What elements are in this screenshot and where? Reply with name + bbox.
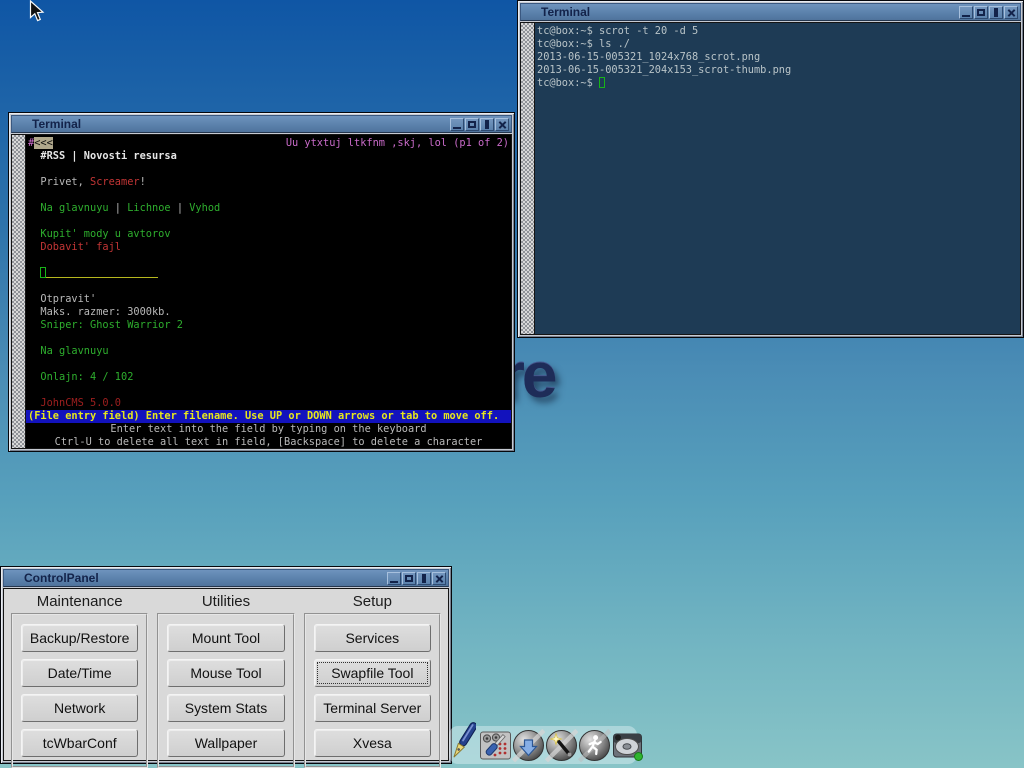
scrollbar-track[interactable] [521, 23, 535, 334]
minimize-icon[interactable] [959, 6, 973, 19]
submit-label[interactable]: Otpravit' [28, 293, 509, 306]
column-header-utilities: Utilities [157, 591, 294, 613]
dock-bar [449, 726, 637, 764]
footer-johncms: JohnCMS 5.0.0 [28, 397, 509, 410]
xvesa-button[interactable]: Xvesa [314, 729, 431, 757]
tcwbarconf-button[interactable]: tcWbarConf [21, 729, 138, 757]
editor-pen-icon[interactable] [452, 719, 476, 763]
backup-restore-button[interactable]: Backup/Restore [21, 624, 138, 652]
control-panel-titlebar[interactable]: ControlPanel [3, 569, 449, 587]
page-info: Uu ytxtuj ltkfnm ,skj, lol (p1 of 2) [286, 137, 509, 150]
desktop-background: re Terminal tc@box:~$ scrot -t 20 -d 5 t… [0, 0, 1024, 768]
nav-link-exit[interactable]: Vyhod [189, 202, 220, 214]
minimize-icon[interactable] [450, 118, 464, 131]
network-button[interactable]: Network [21, 694, 138, 722]
mount-drive-icon[interactable] [611, 729, 644, 762]
shade-icon[interactable] [480, 118, 494, 131]
mouse-cursor [29, 0, 49, 23]
link-game[interactable]: Sniper: Ghost Warrior 2 [28, 319, 509, 332]
file-entry-field[interactable] [28, 267, 509, 280]
close-icon[interactable] [432, 572, 446, 585]
shade-icon[interactable] [989, 6, 1003, 19]
column-header-setup: Setup [304, 591, 441, 613]
field-underline [46, 267, 158, 278]
shell-line: tc@box:~$ ls ./ [537, 38, 1018, 51]
swapfile-tool-button[interactable]: Swapfile Tool [314, 659, 431, 687]
window-title: Terminal [32, 116, 449, 132]
help-line-1: Enter text into the field by typing on t… [28, 423, 509, 436]
control-panel-icon[interactable] [479, 729, 512, 762]
window-title: ControlPanel [24, 570, 386, 586]
date-time-button[interactable]: Date/Time [21, 659, 138, 687]
mount-tool-button[interactable]: Mount Tool [167, 624, 284, 652]
services-button[interactable]: Services [314, 624, 431, 652]
group-utilities: Mount Tool Mouse Tool System Stats Wallp… [157, 613, 294, 768]
username: Screamer [90, 176, 140, 188]
shell-prompt-line: tc@box:~$ [537, 77, 1018, 90]
shell-line: 2013-06-15-005321_1024x768_scrot.png [537, 51, 1018, 64]
maximize-icon[interactable] [465, 118, 479, 131]
wallpaper-button[interactable]: Wallpaper [167, 729, 284, 757]
group-setup: Services Swapfile Tool Terminal Server X… [304, 613, 441, 768]
status-bar: (File entry field) Enter filename. Use U… [26, 410, 511, 423]
apps-download-icon[interactable] [512, 729, 545, 762]
shell-line: tc@box:~$ scrot -t 20 -d 5 [537, 25, 1018, 38]
control-panel-body: Maintenance Utilities Setup Backup/Resto… [3, 588, 449, 761]
run-icon[interactable] [578, 729, 611, 762]
nav-link-personal[interactable]: Lichnoe [127, 202, 170, 214]
close-icon[interactable] [495, 118, 509, 131]
system-stats-button[interactable]: System Stats [167, 694, 284, 722]
page-heading: #RSS | Novosti resursa [28, 150, 509, 163]
back-link[interactable]: <<< [34, 137, 53, 149]
online-counter: Onlajn: 4 / 102 [28, 371, 509, 384]
link-home-bottom[interactable]: Na glavnuyu [28, 345, 509, 358]
nav-link-home[interactable]: Na glavnuyu [40, 202, 108, 214]
wizard-icon[interactable] [545, 729, 578, 762]
column-header-maintenance: Maintenance [11, 591, 148, 613]
terminal-window-right: Terminal tc@box:~$ scrot -t 20 -d 5 tc@b… [517, 0, 1024, 338]
shade-icon[interactable] [417, 572, 431, 585]
link-buy-mods[interactable]: Kupit' mody u avtorov [28, 228, 509, 241]
terminal-server-button[interactable]: Terminal Server [314, 694, 431, 722]
terminal-cursor [599, 77, 605, 88]
maximize-icon[interactable] [402, 572, 416, 585]
help-line-2: Ctrl-U to delete all text in field, [Bac… [28, 436, 509, 448]
window-title: Terminal [541, 4, 958, 20]
terminal-left-titlebar[interactable]: Terminal [11, 115, 512, 133]
control-panel-window: ControlPanel Maintenance Utilities Setup… [0, 566, 452, 764]
link-add-file[interactable]: Dobavit' fajl [28, 241, 509, 254]
greeting-line: Privet, Screamer! [28, 176, 509, 189]
group-maintenance: Backup/Restore Date/Time Network tcWbarC… [11, 613, 148, 768]
terminal-window-left: Terminal #<<<Uu ytxtuj ltkfnm ,skj, lol … [8, 112, 515, 452]
terminal-right-titlebar[interactable]: Terminal [520, 3, 1021, 21]
terminal-right-content: tc@box:~$ scrot -t 20 -d 5 tc@box:~$ ls … [535, 23, 1020, 334]
scrollbar-track[interactable] [12, 135, 26, 448]
browser-topbar: #<<<Uu ytxtuj ltkfnm ,skj, lol (p1 of 2) [28, 137, 509, 150]
shell-line: 2013-06-15-005321_204x153_scrot-thumb.pn… [537, 64, 1018, 77]
maximize-icon[interactable] [974, 6, 988, 19]
close-icon[interactable] [1004, 6, 1018, 19]
max-size-label: Maks. razmer: 3000kb. [28, 306, 509, 319]
mouse-tool-button[interactable]: Mouse Tool [167, 659, 284, 687]
nav-links-line: Na glavnuyu | Lichnoe | Vyhod [28, 202, 509, 215]
links-browser-content: #<<<Uu ytxtuj ltkfnm ,skj, lol (p1 of 2)… [26, 135, 511, 448]
minimize-icon[interactable] [387, 572, 401, 585]
